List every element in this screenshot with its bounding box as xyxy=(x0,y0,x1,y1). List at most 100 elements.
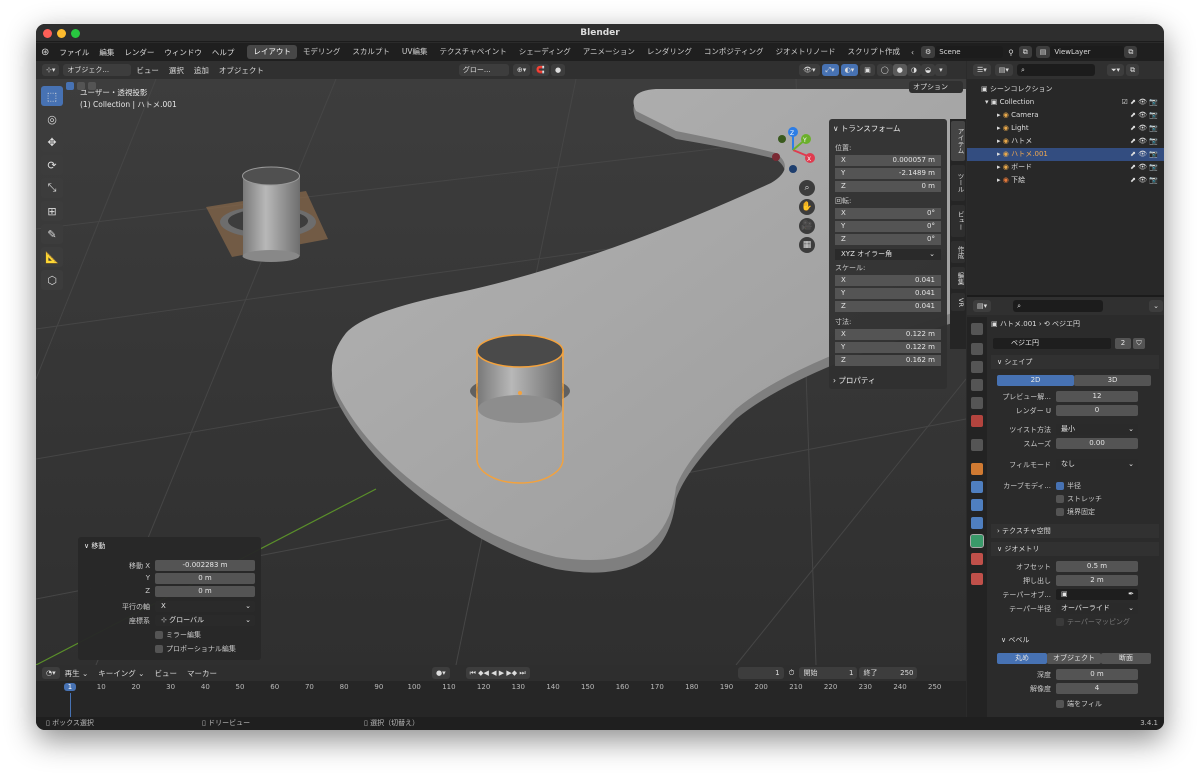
move-z-field[interactable]: 0 m xyxy=(155,586,255,597)
shape-panel-header[interactable]: ∨ シェイプ xyxy=(991,355,1159,369)
properties-editor-icon[interactable]: ▤▾ xyxy=(973,300,992,312)
tab-shading[interactable]: シェーディング xyxy=(513,45,577,59)
new-view-layer-icon[interactable]: ⧉ xyxy=(1124,46,1138,58)
scale-x-field[interactable]: X 0.041 xyxy=(835,275,941,286)
menu-edit[interactable]: 編集 xyxy=(94,47,119,58)
render-tab-icon[interactable] xyxy=(971,343,983,355)
tab-vr[interactable]: VR xyxy=(951,293,965,311)
physics-tab-icon[interactable] xyxy=(971,517,983,529)
minimize-window-button[interactable] xyxy=(57,29,66,38)
menu-help[interactable]: ヘルプ xyxy=(207,47,240,58)
location-z-field[interactable]: Z 0 m xyxy=(835,181,941,192)
menu-view[interactable]: ビュー xyxy=(131,65,164,76)
outliner-item[interactable]: ▸ ◉ ボード ⬈ 👁 📷 xyxy=(967,161,1164,174)
solid-shading-icon[interactable]: ● xyxy=(892,64,907,76)
extend-selection-icon[interactable] xyxy=(77,81,85,90)
display-mode-icon[interactable]: ▤▾ xyxy=(994,64,1013,76)
radius-checkbox[interactable]: 半径 xyxy=(1056,481,1081,491)
world-tab-icon[interactable] xyxy=(971,415,983,427)
dimensions-3d-button[interactable]: 3D xyxy=(1074,375,1151,386)
subtract-selection-icon[interactable] xyxy=(88,81,96,90)
rotate-tool-icon[interactable]: ⟳ xyxy=(41,155,63,175)
move-x-field[interactable]: -0.002283 m xyxy=(155,560,255,571)
view-layer-tab-icon[interactable] xyxy=(971,379,983,391)
orientation-selector[interactable]: グロー... xyxy=(458,64,509,76)
select-box-tool-icon[interactable]: ⬚ xyxy=(41,86,63,106)
tab-create[interactable]: 作成 xyxy=(951,241,965,263)
tool-tab-icon[interactable] xyxy=(971,323,983,335)
tab-geometry-nodes[interactable]: ジオメトリノード xyxy=(769,45,841,59)
wireframe-shading-icon[interactable]: ◯ xyxy=(876,64,893,76)
tab-layout[interactable]: レイアウト xyxy=(247,45,297,59)
fill-caps-checkbox[interactable]: 端をフィル xyxy=(1056,699,1102,709)
pivot-icon[interactable]: ⊕▾ xyxy=(512,64,531,76)
options-button[interactable]: オプション xyxy=(909,81,963,93)
material-tab-icon[interactable] xyxy=(971,553,983,565)
navigation-gizmo[interactable]: Z X Y xyxy=(770,127,816,173)
tab-view[interactable]: ビュー xyxy=(951,205,965,237)
move-y-field[interactable]: 0 m xyxy=(155,573,255,584)
fake-user-shield-icon[interactable]: ⛉ xyxy=(1133,338,1145,349)
timeline-view-menu[interactable]: ビュー xyxy=(149,668,182,679)
constraint-axis-dropdown[interactable]: X ⌄ xyxy=(155,601,255,612)
tab-animation[interactable]: アニメーション xyxy=(577,45,641,59)
keying-menu[interactable]: キーイング ⌄ xyxy=(93,668,149,679)
bounds-clamp-checkbox[interactable]: 境界固定 xyxy=(1056,507,1095,517)
visibility-toggles[interactable]: ⬈ 👁 📷 xyxy=(1130,174,1158,187)
collection-visibility-icons[interactable]: ☑ ⬈ 👁 📷 xyxy=(1122,96,1158,109)
record-icon[interactable]: ●▾ xyxy=(431,667,450,679)
curve-data-name-field[interactable]: ベジエ円 xyxy=(993,338,1111,349)
tab-tool[interactable]: ツール xyxy=(951,165,965,201)
twist-method-dropdown[interactable]: 最小 ⌄ xyxy=(1056,424,1138,435)
material-shading-icon[interactable]: ◑ xyxy=(906,64,921,76)
bevel-depth-field[interactable]: 0 m xyxy=(1056,669,1138,680)
visibility-toggles[interactable]: ⬈ 👁 📷 xyxy=(1130,161,1158,174)
current-frame-field[interactable]: 1 xyxy=(737,667,784,679)
tab-uv-editing[interactable]: UV編集 xyxy=(396,45,434,59)
outliner-item[interactable]: ▸ ◉ Light ⬈ 👁 📷 xyxy=(967,122,1164,135)
curve-data-tab-icon[interactable] xyxy=(970,534,984,548)
dimensions-z-field[interactable]: Z 0.162 m xyxy=(835,355,941,366)
zoom-window-button[interactable] xyxy=(71,29,80,38)
view-layer-icon[interactable]: ▤ xyxy=(1035,46,1051,58)
orientation-dropdown[interactable]: ⊹ グローバル ⌄ xyxy=(155,615,255,626)
rotation-y-field[interactable]: Y 0° xyxy=(835,221,941,232)
collection-row[interactable]: ▾ ▣ Collection ☑ ⬈ 👁 📷 xyxy=(967,96,1164,109)
end-frame-field[interactable]: 終了 250 xyxy=(859,667,918,679)
properties-subpanel-header[interactable]: › プロパティ xyxy=(833,375,875,386)
visibility-toggles[interactable]: ⬈ 👁 📷 xyxy=(1130,122,1158,135)
add-cube-tool-icon[interactable]: ⬡ xyxy=(41,270,63,290)
dimensions-y-field[interactable]: Y 0.122 m xyxy=(835,342,941,353)
smooth-field[interactable]: 0.00 xyxy=(1056,438,1138,449)
scale-y-field[interactable]: Y 0.041 xyxy=(835,288,941,299)
pan-hand-icon[interactable]: ✋ xyxy=(799,199,815,215)
taper-radius-dropdown[interactable]: オーバーライド ⌄ xyxy=(1056,603,1138,614)
bevel-subpanel-header[interactable]: ∨ ベベル xyxy=(1001,635,1029,645)
select-mode-icons[interactable] xyxy=(66,81,106,92)
location-x-field[interactable]: X 0.000057 m xyxy=(835,155,941,166)
scene-tab-icon[interactable] xyxy=(971,397,983,409)
mirror-checkbox[interactable]: ミラー編集 xyxy=(155,630,201,640)
rendered-shading-icon[interactable]: ◒ xyxy=(920,64,936,76)
preview-range-icon[interactable]: ⏱ xyxy=(784,668,800,678)
annotate-tool-icon[interactable]: ✎ xyxy=(41,224,63,244)
new-collection-icon[interactable]: ⧉ xyxy=(1126,64,1140,76)
new-selection-icon[interactable] xyxy=(66,81,74,90)
tab-rendering[interactable]: レンダリング xyxy=(641,45,698,59)
data-users-count[interactable]: 2 xyxy=(1115,338,1131,349)
location-y-field[interactable]: Y -2.1489 m xyxy=(835,168,941,179)
outliner-editor-icon[interactable]: ☰▾ xyxy=(973,64,991,76)
dimensions-2d-button[interactable]: 2D xyxy=(997,375,1074,386)
fill-mode-dropdown[interactable]: なし ⌄ xyxy=(1056,459,1138,470)
camera-view-icon[interactable]: 🎥 xyxy=(799,218,815,234)
scene-collection-row[interactable]: ▣ シーンコレクション xyxy=(967,83,1164,96)
offset-field[interactable]: 0.5 m xyxy=(1056,561,1138,572)
output-tab-icon[interactable] xyxy=(971,361,983,373)
outliner-item[interactable]: ▸ ◉ ハトメ ⬈ 👁 📷 xyxy=(967,135,1164,148)
proportional-icon[interactable]: ● xyxy=(551,64,566,76)
scene-selector[interactable]: Scene xyxy=(935,46,1004,58)
geometry-panel-header[interactable]: ∨ ジオメトリ xyxy=(991,542,1159,556)
menu-select[interactable]: 選択 xyxy=(164,65,189,76)
marker-menu[interactable]: マーカー xyxy=(182,668,222,679)
eyedropper-icon[interactable]: ✒ xyxy=(1128,589,1134,600)
